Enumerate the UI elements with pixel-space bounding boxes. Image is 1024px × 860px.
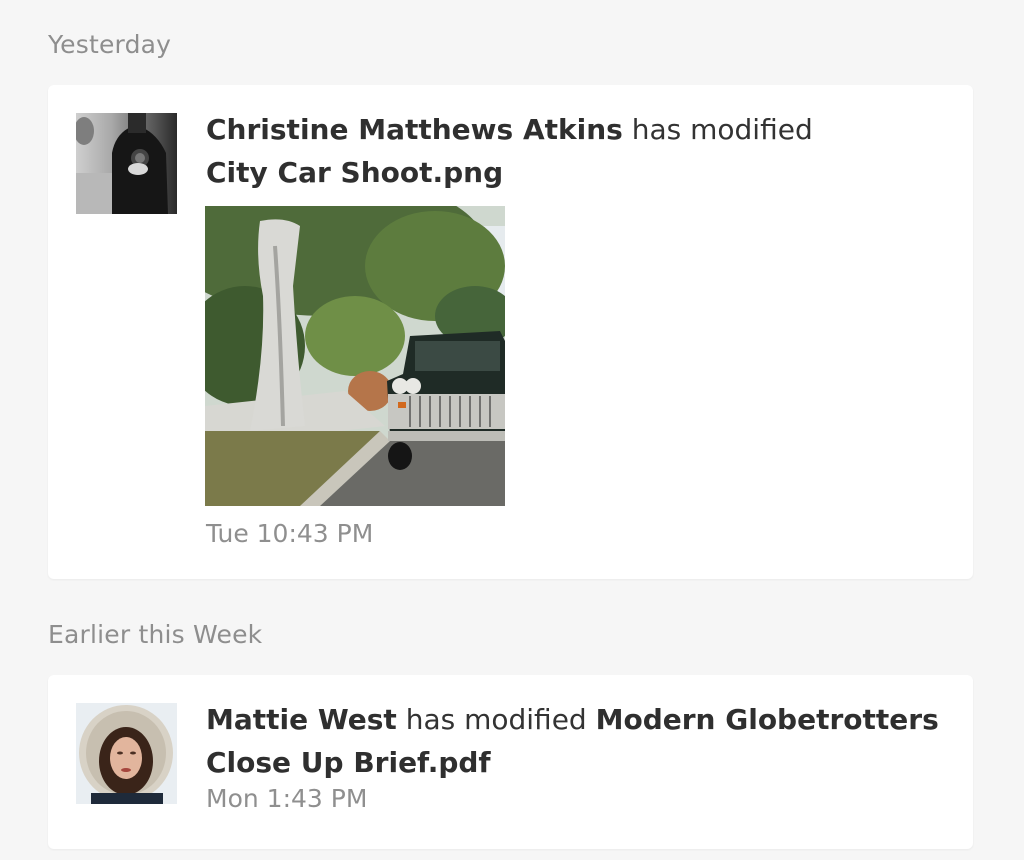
action-text: has modified (405, 703, 587, 736)
avatar-photo-icon (76, 703, 177, 804)
avatar[interactable] (76, 113, 177, 214)
car-photo-icon (205, 206, 505, 506)
action-text: has modified (631, 113, 813, 146)
timestamp: Mon 1:43 PM (206, 784, 368, 813)
file-thumbnail[interactable] (205, 206, 505, 506)
activity-card[interactable]: Mattie West has modified Modern Globetro… (48, 675, 973, 849)
activity-text: Mattie West has modified Modern Globetro… (206, 698, 943, 784)
timestamp: Tue 10:43 PM (206, 519, 374, 548)
activity-text: Christine Matthews Atkins has modified C… (206, 108, 943, 194)
activity-content: Mattie West has modified Modern Globetro… (206, 698, 943, 814)
user-name-link[interactable]: Mattie West (206, 703, 397, 736)
avatar[interactable] (76, 703, 177, 804)
avatar-photo-icon (76, 113, 177, 214)
activity-content: Christine Matthews Atkins has modified C… (206, 108, 943, 194)
section-header-earlier-this-week: Earlier this Week (48, 620, 263, 649)
activity-card[interactable]: Christine Matthews Atkins has modified C… (48, 85, 973, 579)
section-header-yesterday: Yesterday (48, 30, 172, 59)
user-name-link[interactable]: Christine Matthews Atkins (206, 113, 623, 146)
file-name-link[interactable]: City Car Shoot.png (206, 156, 503, 189)
